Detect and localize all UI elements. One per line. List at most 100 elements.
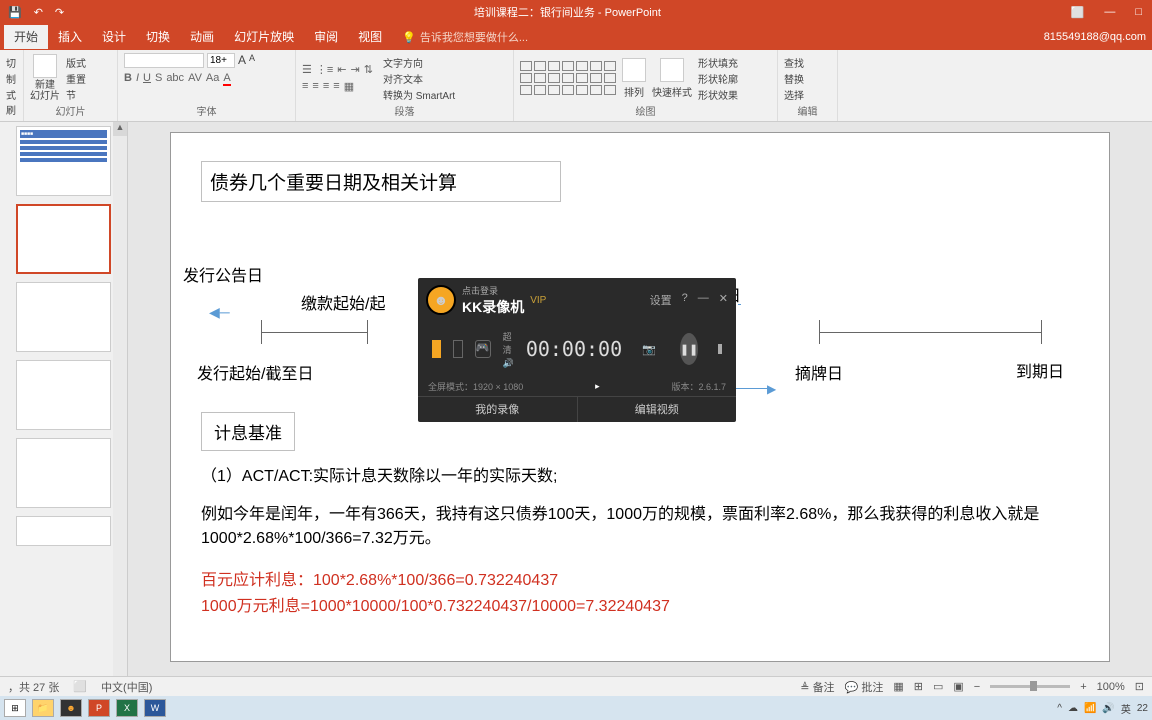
mode-screen-icon[interactable] xyxy=(432,340,441,358)
fit-button[interactable]: ⊡ xyxy=(1135,680,1144,693)
notes-button[interactable]: ≜ 备注 xyxy=(800,679,834,695)
text-direction-button[interactable]: 文字方向 xyxy=(383,55,455,70)
volume-icon[interactable]: 🔊 xyxy=(503,358,514,369)
quality-label[interactable]: 超清 xyxy=(503,330,514,356)
edit-video-button[interactable]: 编辑视频 xyxy=(578,397,737,422)
indent-dec-button[interactable]: ⇤ xyxy=(337,63,346,76)
tab-slideshow[interactable]: 幻灯片放映 xyxy=(224,25,304,49)
recorder-header[interactable]: ☻ 点击登录 KK录像机 VIP 设置 ? — ✕ xyxy=(418,278,736,322)
slide-thumb[interactable] xyxy=(16,360,111,430)
shape-outline-button[interactable]: 形状轮廓 xyxy=(698,71,738,86)
slide-thumb[interactable]: ■■■■ xyxy=(16,126,111,196)
numbering-button[interactable]: ⋮≡ xyxy=(316,63,333,76)
font-color-button[interactable]: A xyxy=(223,72,230,86)
grow-font-icon[interactable]: A xyxy=(238,53,246,68)
tray-wifi-icon[interactable]: 📶 xyxy=(1084,703,1096,714)
powerpoint-icon[interactable]: P xyxy=(88,699,110,717)
section-button[interactable]: 节 xyxy=(66,87,86,102)
tab-transition[interactable]: 切换 xyxy=(136,25,180,49)
shrink-font-icon[interactable]: A xyxy=(249,53,255,68)
slide-title-box[interactable]: 债券几个重要日期及相关计算 xyxy=(201,161,561,202)
account-email[interactable]: 815549188@qq.com xyxy=(1044,31,1152,43)
smartart-button[interactable]: 转换为 SmartArt xyxy=(383,87,455,102)
quick-styles-button[interactable]: 快速样式 xyxy=(652,58,692,99)
cut-button[interactable]: 切 xyxy=(6,55,17,70)
recorder-settings[interactable]: 设置 xyxy=(650,292,672,308)
view-sorter-button[interactable]: ⊞ xyxy=(914,680,923,693)
shadow-button[interactable]: abc xyxy=(166,72,184,86)
new-slide-button[interactable]: 新建 幻灯片 xyxy=(30,54,60,102)
spellcheck-icon[interactable]: ⬜ xyxy=(73,680,87,693)
pause-button[interactable]: ❚❚ xyxy=(680,333,698,365)
italic-button[interactable]: I xyxy=(136,72,139,86)
slide-thumb[interactable] xyxy=(16,516,111,546)
slide-thumb[interactable] xyxy=(16,282,111,352)
indent-inc-button[interactable]: ⇥ xyxy=(351,63,360,76)
select-button[interactable]: 选择 xyxy=(784,87,804,102)
slide-thumb-selected[interactable] xyxy=(16,204,111,274)
app-icon[interactable]: ☻ xyxy=(60,699,82,717)
scroll-up-button[interactable]: ▲ xyxy=(113,122,127,136)
align-text-button[interactable]: 对齐文本 xyxy=(383,71,455,86)
shape-fill-button[interactable]: 形状填充 xyxy=(698,55,738,70)
mode-window-icon[interactable] xyxy=(453,340,462,358)
stop-button[interactable] xyxy=(718,344,722,354)
underline-button[interactable]: U xyxy=(143,72,151,86)
snapshot-icon[interactable]: 📷 xyxy=(642,343,656,356)
bold-button[interactable]: B xyxy=(124,72,132,86)
recorder-close-button[interactable]: ✕ xyxy=(719,292,728,308)
tray-cloud-icon[interactable]: ☁ xyxy=(1068,703,1078,714)
start-button[interactable]: ⊞ xyxy=(4,699,26,717)
recorder-window[interactable]: ☻ 点击登录 KK录像机 VIP 设置 ? — ✕ 🎮 超清 🔊 00:00:0… xyxy=(418,278,736,422)
strike-button[interactable]: S xyxy=(155,72,162,86)
slide-thumb[interactable] xyxy=(16,438,111,508)
view-reading-button[interactable]: ▭ xyxy=(933,680,943,693)
language[interactable]: 中文(中国) xyxy=(101,679,152,695)
sub-title-box[interactable]: 计息基准 xyxy=(201,412,295,451)
arrange-button[interactable]: 排列 xyxy=(622,58,646,99)
tray-volume-icon[interactable]: 🔊 xyxy=(1102,703,1114,714)
tab-insert[interactable]: 插入 xyxy=(48,25,92,49)
tab-review[interactable]: 审阅 xyxy=(304,25,348,49)
justify-button[interactable]: ≡ xyxy=(333,80,339,93)
shape-effects-button[interactable]: 形状效果 xyxy=(698,87,738,102)
font-name-input[interactable] xyxy=(124,53,204,68)
align-left-button[interactable]: ≡ xyxy=(302,80,308,93)
thumb-scrollbar[interactable]: ▲ ▼ xyxy=(113,122,127,698)
bullets-button[interactable]: ☰ xyxy=(302,63,312,76)
zoom-out-button[interactable]: − xyxy=(974,681,980,693)
shape-gallery[interactable] xyxy=(520,61,616,95)
zoom-value[interactable]: 100% xyxy=(1097,681,1125,693)
ribbon-options-icon[interactable]: ⬜ xyxy=(1071,6,1085,19)
tab-design[interactable]: 设计 xyxy=(92,25,136,49)
redo-icon[interactable]: ↷ xyxy=(55,6,64,19)
mode-game-icon[interactable]: 🎮 xyxy=(475,340,491,358)
thumbnail-panel[interactable]: ■■■■ ▲ ▼ xyxy=(0,122,128,698)
comments-button[interactable]: 💬 批注 xyxy=(845,679,884,695)
align-right-button[interactable]: ≡ xyxy=(323,80,329,93)
save-icon[interactable]: 💾 xyxy=(8,6,22,19)
case-button[interactable]: Aa xyxy=(206,72,219,86)
tab-home[interactable]: 开始 xyxy=(4,25,48,49)
tab-view[interactable]: 视图 xyxy=(348,25,392,49)
format-painter-button[interactable]: 式刷 xyxy=(6,87,17,117)
excel-icon[interactable]: X xyxy=(116,699,138,717)
copy-button[interactable]: 制 xyxy=(6,71,17,86)
restore-button[interactable]: □ xyxy=(1135,6,1142,19)
view-normal-button[interactable]: ▦ xyxy=(893,680,903,693)
replace-button[interactable]: 替换 xyxy=(784,71,804,86)
my-recordings-button[interactable]: 我的录像 xyxy=(418,397,578,422)
recorder-help-button[interactable]: ? xyxy=(682,292,688,308)
tray-ime-icon[interactable]: 英 xyxy=(1121,701,1131,716)
tray-clock[interactable]: 22 xyxy=(1137,703,1148,714)
find-button[interactable]: 查找 xyxy=(784,55,804,70)
reset-button[interactable]: 重置 xyxy=(66,71,86,86)
line-spacing-button[interactable]: ⇅ xyxy=(364,63,373,76)
word-icon[interactable]: W xyxy=(144,699,166,717)
zoom-handle[interactable] xyxy=(1030,681,1037,691)
layout-button[interactable]: 版式 xyxy=(66,55,86,70)
zoom-slider[interactable] xyxy=(990,685,1070,688)
recorder-minimize-button[interactable]: — xyxy=(698,292,709,308)
align-center-button[interactable]: ≡ xyxy=(312,80,318,93)
zoom-in-button[interactable]: + xyxy=(1080,681,1086,693)
